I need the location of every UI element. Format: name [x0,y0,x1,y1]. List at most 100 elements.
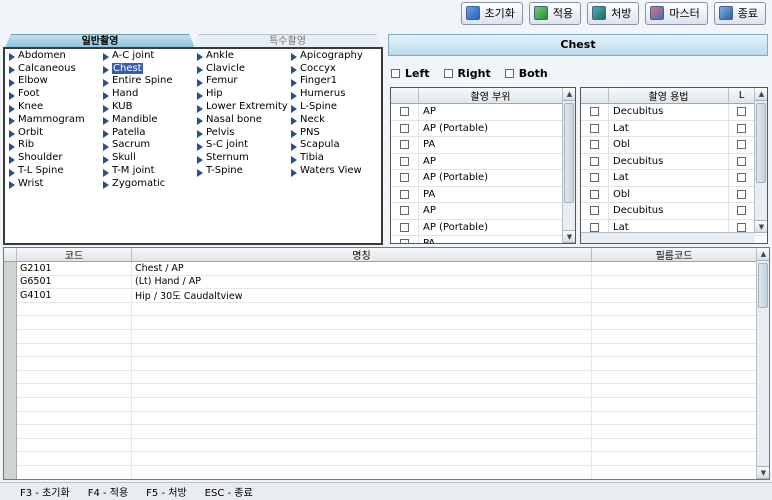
body-part-item[interactable]: PNS [291,126,363,139]
scroll-up-icon[interactable]: ▲ [757,248,769,261]
method-row[interactable]: Decubitus [581,203,767,220]
l-checkbox[interactable] [729,186,755,202]
row-checkbox[interactable] [391,203,419,219]
position-row[interactable]: AP [391,104,575,121]
order-row[interactable] [17,329,757,344]
body-part-item[interactable]: Knee [9,100,85,113]
row-checkbox[interactable] [391,236,419,243]
scroll-up-icon[interactable]: ▲ [563,88,575,101]
master-button[interactable]: 마스터 [645,1,708,25]
row-checkbox[interactable] [391,120,419,136]
body-part-item[interactable]: Foot [9,87,85,100]
body-part-item[interactable]: Orbit [9,126,85,139]
scroll-down-icon[interactable]: ▼ [757,466,769,479]
row-checkbox[interactable] [581,203,609,219]
tab-special[interactable]: 특수촬영 [193,34,382,48]
order-row[interactable] [17,452,757,466]
scroll-down-icon[interactable]: ▼ [755,220,767,233]
order-row[interactable]: G2101 Chest / AP [17,262,757,276]
row-checkbox[interactable] [391,170,419,186]
body-part-item[interactable]: Neck [291,113,363,126]
order-row[interactable]: G6501 (Lt) Hand / AP [17,275,757,290]
exit-button[interactable]: 종료 [713,1,766,25]
row-checkbox[interactable] [391,153,419,169]
order-row[interactable] [17,370,757,385]
scroll-down-icon[interactable]: ▼ [563,230,575,243]
l-checkbox[interactable] [729,203,755,219]
tab-general[interactable]: 일반촬영 [5,34,195,48]
scroll-up-icon[interactable]: ▲ [755,88,767,101]
order-row[interactable] [17,397,757,412]
body-part-item[interactable]: Wrist [9,177,85,190]
body-part-item[interactable]: Sacrum [103,139,173,152]
body-part-item[interactable]: Waters View [291,164,363,177]
order-row[interactable] [17,384,757,398]
body-part-item[interactable]: KUB [103,100,173,113]
position-scrollbar[interactable]: ▲ ▼ [562,88,575,243]
body-part-item[interactable]: Coccyx [291,62,363,75]
body-part-item[interactable]: Tibia [291,151,363,164]
body-part-item[interactable]: Entire Spine [103,75,173,88]
row-checkbox[interactable] [581,120,609,136]
body-part-item[interactable]: Femur [197,75,288,88]
row-checkbox[interactable] [391,137,419,153]
method-row[interactable]: Lat [581,170,767,187]
body-part-item[interactable]: Mandible [103,113,173,126]
row-checkbox[interactable] [581,104,609,120]
body-part-item[interactable]: Scapula [291,139,363,152]
body-part-item[interactable]: Clavicle [197,62,288,75]
body-part-item[interactable]: Calcaneous [9,62,85,75]
body-part-item[interactable]: Abdomen [9,49,85,62]
scroll-thumb[interactable] [756,103,766,183]
position-row[interactable]: AP (Portable) [391,170,575,187]
row-checkbox[interactable] [391,219,419,235]
body-part-item[interactable]: T-M joint [103,164,173,177]
l-checkbox[interactable] [729,120,755,136]
order-row[interactable] [17,465,757,479]
body-part-item[interactable]: Nasal bone [197,113,288,126]
body-part-item[interactable]: Hand [103,87,173,100]
order-row[interactable] [17,357,757,371]
orders-scrollbar[interactable]: ▲ ▼ [756,248,769,479]
l-checkbox[interactable] [729,170,755,186]
row-checkbox[interactable] [581,186,609,202]
body-part-item[interactable]: Skull [103,151,173,164]
order-row[interactable] [17,343,757,358]
position-row[interactable]: PA [391,137,575,154]
body-part-item[interactable]: Humerus [291,87,363,100]
body-part-item[interactable]: Lower Extremity [197,100,288,113]
scroll-thumb[interactable] [564,103,574,203]
right-checkbox[interactable]: Right [443,67,491,80]
row-checkbox[interactable] [391,186,419,202]
order-row[interactable] [17,316,757,330]
position-row[interactable]: AP (Portable) [391,219,575,236]
body-part-item[interactable]: T-Spine [197,164,288,177]
method-row[interactable]: Decubitus [581,104,767,121]
body-part-item[interactable]: T-L Spine [9,164,85,177]
order-row[interactable] [17,411,757,426]
body-part-item[interactable]: Hip [197,87,288,100]
method-row[interactable]: Lat [581,120,767,137]
scroll-thumb[interactable] [758,263,768,308]
method-row[interactable]: Obl [581,186,767,203]
body-part-item[interactable]: Ankle [197,49,288,62]
row-checkbox[interactable] [391,104,419,120]
method-scrollbar[interactable]: ▲ ▼ [754,88,767,233]
position-row[interactable]: PA [391,236,575,243]
method-row[interactable]: Decubitus [581,153,767,170]
body-part-item[interactable]: A-C joint [103,49,173,62]
body-part-item[interactable]: Chest [103,62,173,75]
left-checkbox[interactable]: Left [391,67,430,80]
reset-button[interactable]: 초기화 [460,1,523,25]
body-part-item[interactable]: Pelvis [197,126,288,139]
l-checkbox[interactable] [729,104,755,120]
order-row[interactable]: G4101 Hip / 30도 Caudaltview [17,289,757,303]
l-checkbox[interactable] [729,137,755,153]
position-row[interactable]: AP [391,203,575,220]
body-part-item[interactable]: Finger1 [291,75,363,88]
body-part-item[interactable]: S-C joint [197,139,288,152]
l-checkbox[interactable] [729,153,755,169]
row-checkbox[interactable] [581,137,609,153]
order-row[interactable] [17,438,757,453]
order-row[interactable] [17,425,757,439]
